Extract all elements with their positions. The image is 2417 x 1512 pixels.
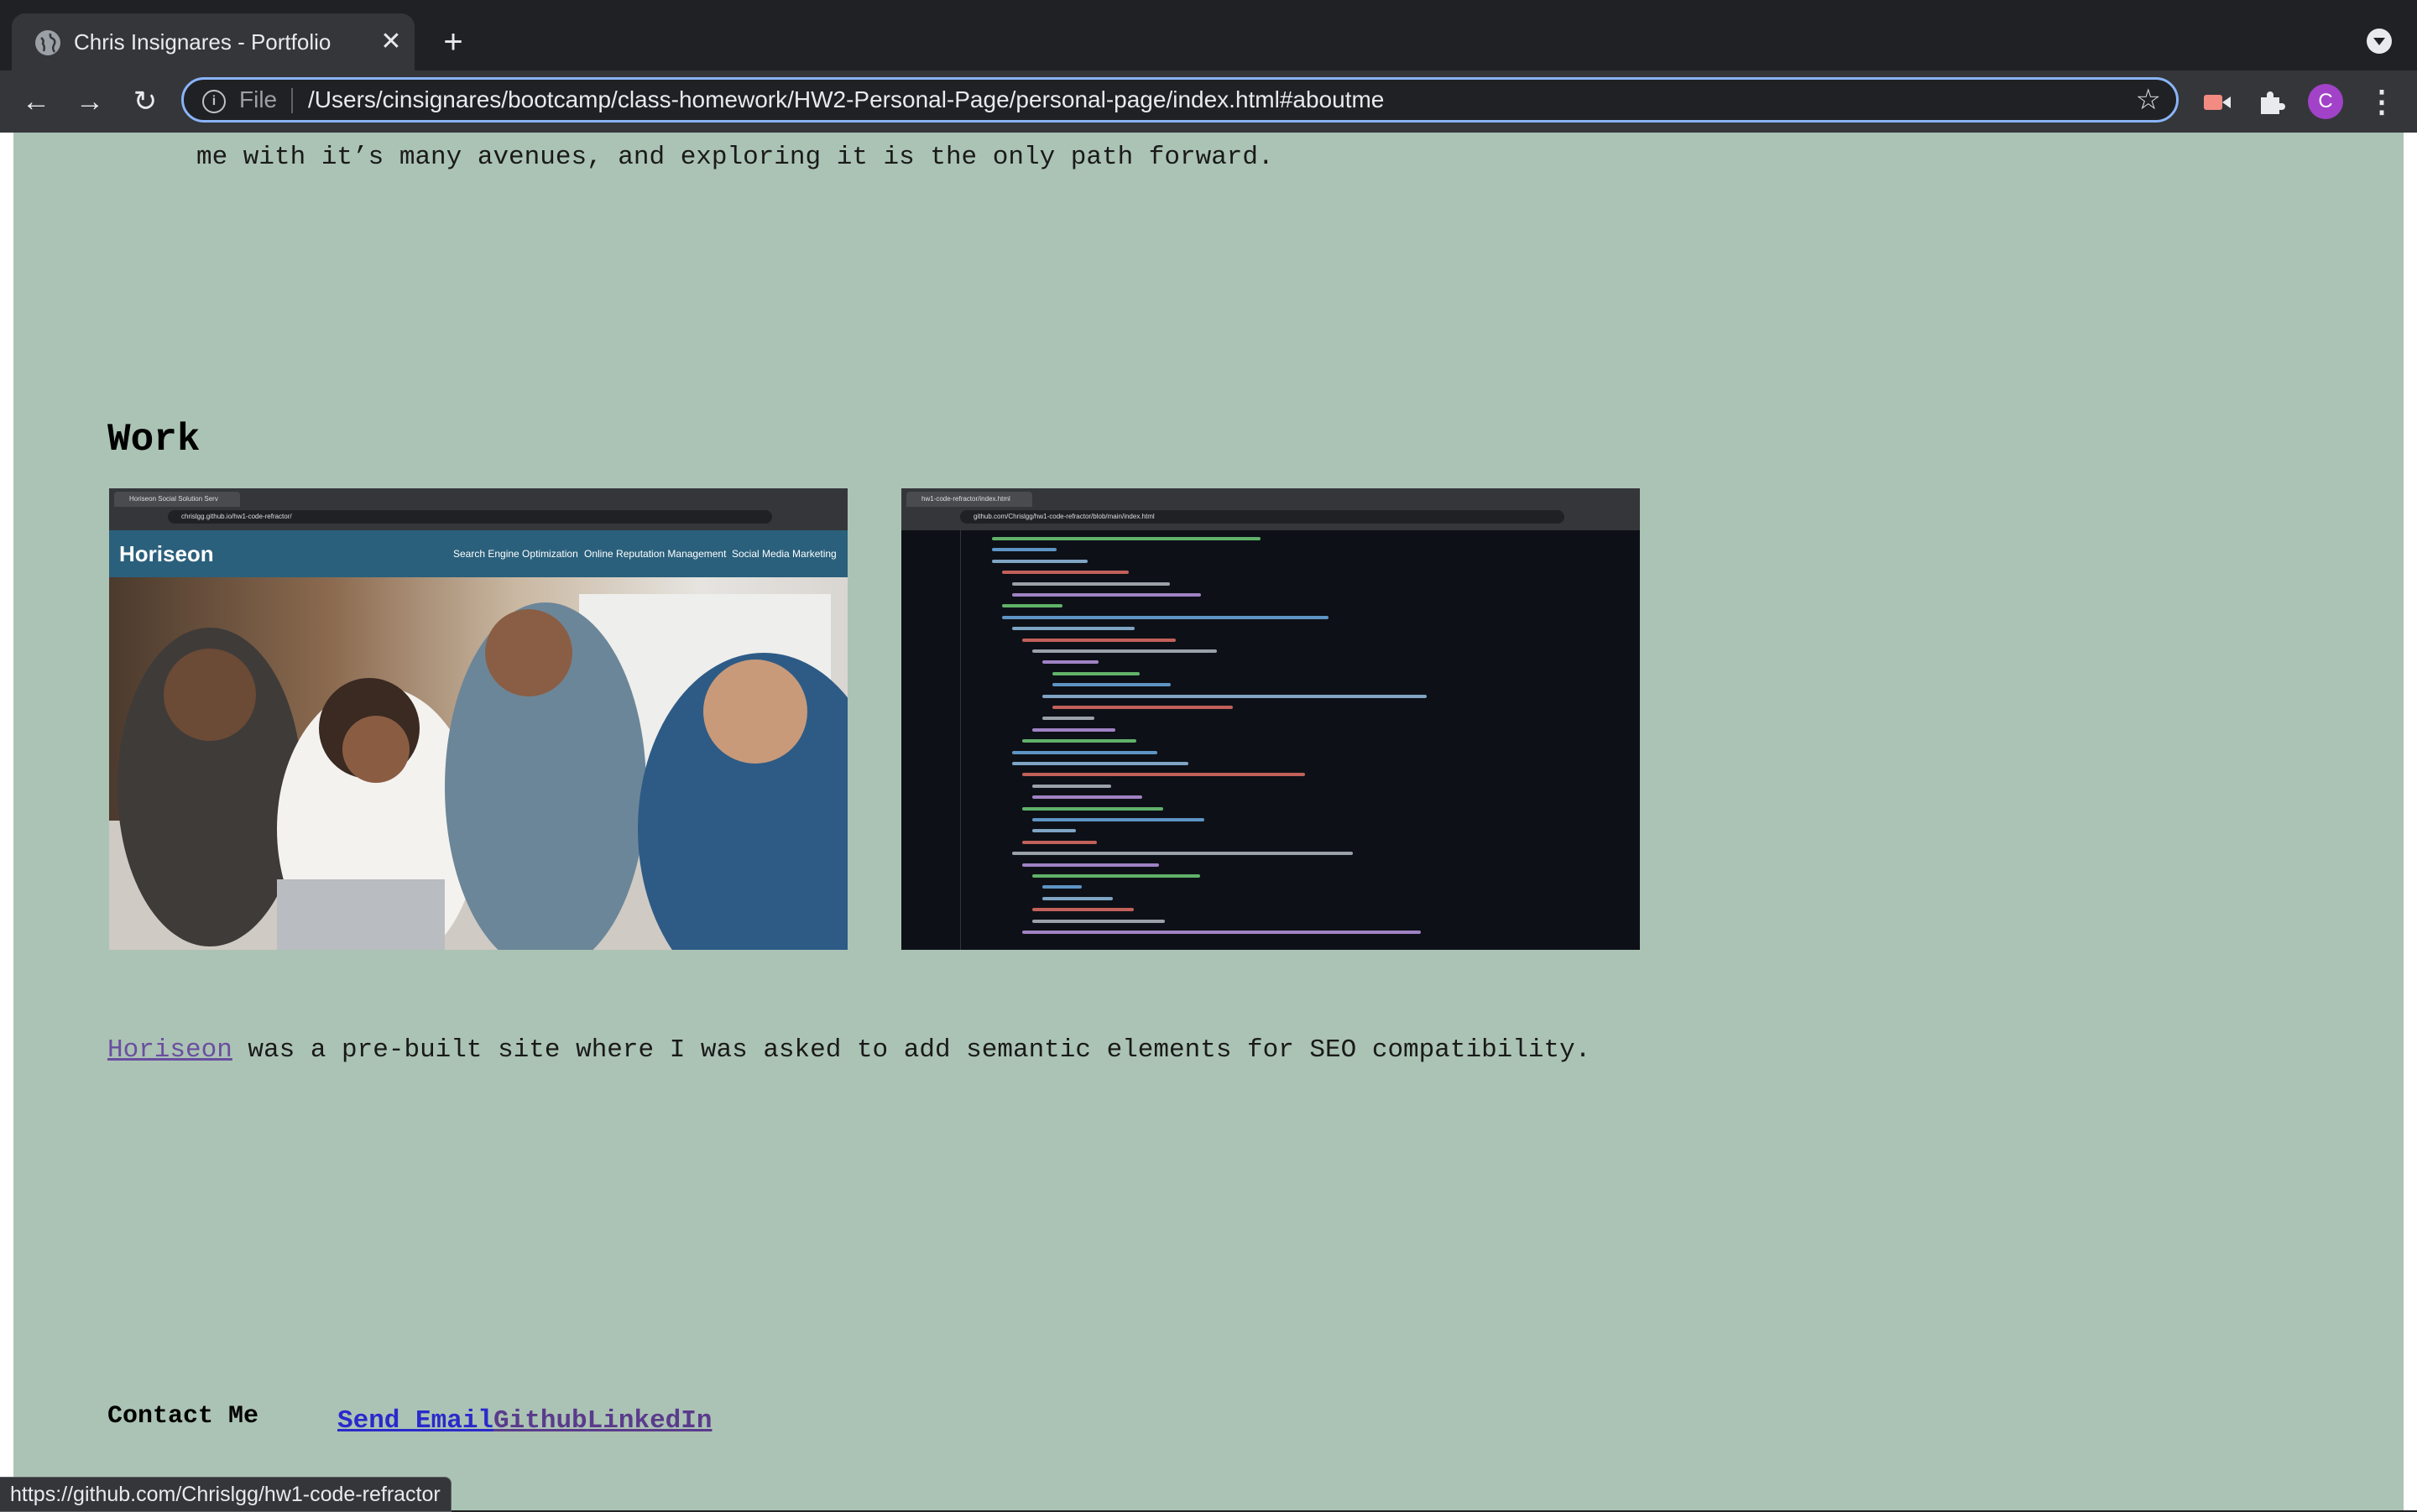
scheme-label: File (239, 86, 278, 112)
code-line (1032, 874, 1200, 878)
linkedin-link[interactable]: LinkedIn (587, 1406, 713, 1436)
tab-strip: Chris Insignares - Portfolio ✕ + (0, 0, 2417, 70)
code-line (1022, 739, 1136, 743)
code-line (1052, 671, 1140, 675)
code-line (1042, 717, 1094, 721)
code-line (1042, 694, 1427, 698)
code-line (1032, 727, 1115, 732)
code-line (1022, 638, 1176, 642)
info-icon[interactable]: i (202, 90, 226, 113)
code-line (1032, 784, 1111, 788)
code-line (1012, 852, 1353, 856)
code-line (1042, 896, 1113, 900)
address-bar[interactable]: i File /Users/cinsignares/bootcamp/class… (181, 77, 2179, 123)
puzzle-icon[interactable] (2256, 87, 2286, 117)
cast-icon[interactable] (2202, 87, 2232, 117)
code-line (1012, 593, 1201, 597)
code-line (1032, 829, 1076, 833)
thumb-tab-label: hw1-code-refractor/index.html (906, 492, 1032, 507)
thumb-browser-bar: hw1-code-refractor/index.html github.com… (901, 488, 1640, 530)
code-line (992, 537, 1261, 540)
horiseon-header: Horiseon Search Engine Optimization Onli… (109, 530, 848, 577)
code-line (1052, 706, 1233, 709)
thumb-browser-bar: Horiseon Social Solution Serv chrislgg.g… (109, 488, 848, 530)
globe-icon (35, 30, 60, 55)
code-line (1042, 885, 1082, 889)
horiseon-link[interactable]: Horiseon (107, 1035, 232, 1065)
code-line (1052, 683, 1171, 687)
code-line (1002, 615, 1329, 619)
address-separator (291, 88, 293, 113)
team-meeting-photo (109, 577, 848, 950)
horiseon-logo: Horiseon (119, 541, 214, 566)
contact-links: Send EmailGithubLinkedIn (337, 1405, 712, 1438)
about-me-text: me with it’s many avenues, and exploring… (196, 143, 1274, 172)
code-line (1032, 649, 1217, 653)
close-icon[interactable]: ✕ (378, 29, 405, 55)
horiseon-screenshot[interactable]: Horiseon Social Solution Serv chrislgg.g… (109, 488, 848, 950)
horiseon-nav-item: Online Reputation Management (584, 548, 727, 560)
star-icon[interactable]: ☆ (2136, 85, 2161, 115)
code-line (992, 559, 1088, 563)
code-line (1022, 863, 1159, 867)
horiseon-nav-item: Search Engine Optimization (453, 548, 578, 560)
code-view (901, 530, 1640, 950)
code-line (1042, 660, 1099, 665)
menu-icon[interactable]: ⋮ (2367, 82, 2397, 121)
thumb-tab-label: Horiseon Social Solution Serv (114, 492, 240, 507)
page-viewport: me with it’s many avenues, and exploring… (0, 133, 2417, 1510)
send-email-link[interactable]: Send Email (337, 1406, 493, 1436)
status-url-bubble: https://github.com/Chrislgg/hw1-code-ref… (0, 1477, 452, 1512)
code-line (1002, 604, 1062, 608)
back-button[interactable]: ← (17, 82, 55, 121)
code-line (1032, 795, 1142, 800)
browser-toolbar: ← → ↻ i File /Users/cinsignares/bootcamp… (0, 70, 2417, 133)
code-line (1012, 581, 1170, 586)
code-gutter (960, 530, 961, 950)
forward-button[interactable]: → (70, 82, 109, 121)
url-text[interactable]: /Users/cinsignares/bootcamp/class-homewo… (308, 86, 1384, 113)
code-screenshot[interactable]: hw1-code-refractor/index.html github.com… (901, 488, 1640, 950)
contact-heading: Contact Me (107, 1402, 259, 1431)
horiseon-nav-item: Social Media Marketing (732, 548, 837, 560)
new-tab-button[interactable]: + (436, 25, 470, 59)
portfolio-page: me with it’s many avenues, and exploring… (13, 133, 2404, 1510)
caption-text: was a pre-built site where I was asked t… (232, 1035, 1591, 1065)
code-line (1022, 806, 1163, 811)
code-line (992, 548, 1057, 552)
code-line (1032, 818, 1204, 821)
work-caption: Horiseon was a pre-built site where I wa… (107, 1034, 1590, 1067)
work-heading: Work (107, 418, 201, 461)
code-line (1002, 571, 1129, 575)
thumb-url: github.com/Chrislgg/hw1-code-refractor/b… (960, 510, 1564, 524)
tab-search-icon[interactable] (2367, 29, 2392, 54)
tab-title: Chris Insignares - Portfolio (74, 29, 331, 55)
code-line (1012, 750, 1157, 754)
reload-button[interactable]: ↻ (126, 82, 164, 121)
github-link[interactable]: Github (493, 1406, 587, 1436)
code-line (1012, 762, 1188, 765)
code-line (1022, 931, 1421, 934)
code-line (1012, 627, 1135, 631)
code-line (1022, 773, 1305, 777)
code-line (1032, 908, 1134, 912)
code-line (1022, 840, 1097, 844)
browser-tab[interactable]: Chris Insignares - Portfolio ✕ (12, 13, 415, 70)
code-line (1032, 919, 1165, 923)
avatar[interactable]: C (2308, 84, 2343, 119)
thumb-url: chrislgg.github.io/hw1-code-refractor/ (168, 510, 772, 524)
